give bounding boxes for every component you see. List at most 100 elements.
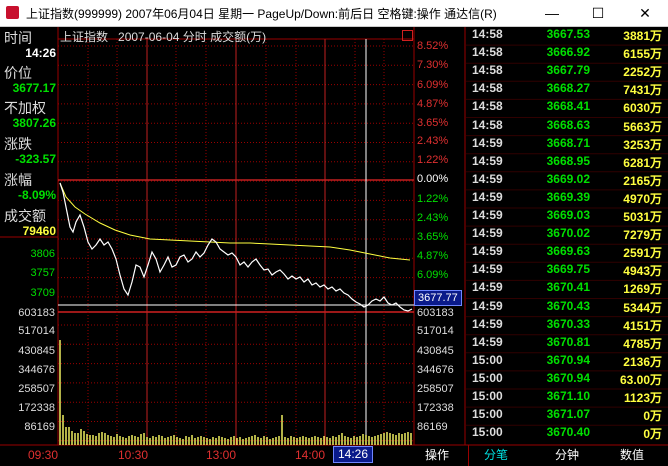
volume-tick: 517014 [417, 325, 454, 337]
volume-tick: 258507 [18, 383, 55, 395]
pct-tick-down: 2.43% [417, 212, 449, 224]
trade-time: 14:59 [472, 153, 503, 168]
trade-price: 3670.43 [546, 298, 590, 313]
volume-tick: 430845 [417, 345, 454, 357]
trade-amount: 4943万 [623, 264, 662, 279]
pct-tick-up: 7.30% [417, 59, 449, 71]
main-area: 上证指数 2007-06-04 分时 成交额(万) 时间 14:26 价位 36… [0, 27, 668, 466]
pct-tick-up: 2.43% [417, 135, 449, 147]
info-value-amount: 79460 [22, 224, 56, 238]
tab-values[interactable]: 数值 [604, 445, 660, 466]
trade-amount: 0万 [643, 427, 662, 442]
trade-amount: 1269万 [623, 282, 662, 297]
info-label-time: 时间 [4, 30, 32, 46]
trade-time: 14:59 [472, 189, 503, 204]
trade-price: 3670.94 [546, 370, 590, 385]
trade-price: 3668.71 [546, 135, 590, 150]
minimize-button[interactable]: — [529, 0, 575, 26]
pct-tick-down: 1.22% [417, 193, 449, 205]
chart-close-box[interactable] [402, 30, 413, 41]
cursor-price-tag: 3677.77 [414, 290, 462, 306]
time-tick: 09:30 [28, 448, 59, 462]
trade-time: 15:00 [472, 425, 503, 440]
pct-tick-up: 4.87% [417, 98, 449, 110]
volume-tick: 344676 [18, 364, 55, 376]
trade-price: 3668.63 [546, 117, 590, 132]
trade-price: 3670.41 [546, 280, 590, 295]
trade-amount: 5344万 [623, 300, 662, 315]
pct-tick-down: 3.65% [417, 231, 449, 243]
trade-time: 14:59 [472, 208, 503, 222]
trade-time: 15:00 [472, 370, 503, 385]
pct-tick-up: 8.52% [417, 40, 449, 52]
volume-tick: 603183 [18, 307, 55, 319]
info-label-unweighted: 不加权 [4, 100, 46, 116]
volume-tick: 603183 [417, 307, 454, 319]
trade-amount: 7279万 [623, 228, 662, 243]
trade-price: 3669.39 [546, 189, 590, 204]
trade-time: 14:58 [472, 45, 503, 60]
volume-tick: 172338 [417, 402, 454, 414]
trade-price: 3668.41 [546, 99, 590, 114]
trade-amount: 7431万 [623, 83, 662, 98]
trade-amount: 1123万 [623, 391, 662, 405]
time-tick: 14:00 [295, 448, 326, 462]
trade-amount: 4785万 [623, 336, 662, 351]
trade-amount: 2252万 [623, 65, 662, 80]
trade-price: 3671.07 [546, 407, 590, 422]
info-value-time: 14:26 [25, 46, 56, 60]
volume-tick: 172338 [18, 402, 55, 414]
trade-amount: 3253万 [623, 137, 662, 152]
chart-header: 上证指数 2007-06-04 分时 成交额(万) [60, 28, 266, 45]
price-tick: 3709 [30, 287, 55, 299]
volume-tick: 86169 [24, 421, 55, 433]
trade-time: 15:00 [472, 407, 503, 422]
trade-amount: 4970万 [623, 191, 662, 206]
info-label-amount: 成交额 [4, 208, 46, 224]
trade-price: 3670.94 [546, 352, 590, 367]
info-label-price: 价位 [4, 65, 32, 81]
trade-amount: 5031万 [623, 210, 662, 224]
tab-ticks[interactable]: 分笔 [468, 445, 523, 466]
close-button[interactable]: ✕ [622, 0, 668, 26]
price-tick: 3757 [30, 267, 55, 279]
maximize-button[interactable]: ☐ [575, 0, 621, 26]
tab-minutes[interactable]: 分钟 [540, 445, 594, 466]
trade-price: 3670.40 [546, 425, 590, 440]
trade-time: 14:59 [472, 226, 503, 241]
trade-price: 3668.27 [546, 81, 590, 96]
trade-amount: 2136万 [623, 354, 662, 369]
trade-time: 14:58 [472, 99, 503, 114]
trade-amount: 6281万 [623, 155, 662, 170]
trade-time: 15:00 [472, 389, 503, 403]
index-name: 上证指数 [60, 30, 109, 44]
pct-tick-up: 1.22% [417, 154, 449, 166]
volume-tick: 258507 [417, 383, 454, 395]
volume-tick: 430845 [18, 345, 55, 357]
trade-price: 3669.02 [546, 171, 590, 186]
trade-time: 14:58 [472, 27, 503, 41]
trade-price: 3667.79 [546, 63, 590, 78]
tab-operate[interactable]: 操作 [418, 445, 456, 466]
info-value-change-pct: -8.09% [17, 188, 56, 202]
trade-time: 14:59 [472, 135, 503, 150]
trade-price: 3667.53 [546, 27, 590, 41]
trade-price: 3670.81 [546, 334, 590, 349]
chart-date: 2007-06-04 [118, 30, 180, 44]
chart-mode: 分时 [182, 30, 207, 44]
pct-tick-down: 6.09% [417, 269, 449, 281]
trade-amount: 6030万 [623, 101, 662, 116]
info-label-change: 涨跌 [4, 136, 32, 152]
trade-amount: 0万 [643, 409, 662, 424]
pct-tick-down: 4.87% [417, 250, 449, 262]
trade-time: 14:58 [472, 81, 503, 96]
pct-tick-zero: 0.00% [417, 173, 449, 185]
trade-time: 14:59 [472, 316, 503, 331]
trade-amount: 5663万 [623, 119, 662, 134]
volume-tick: 344676 [417, 364, 454, 376]
info-value-unweighted: 3807.26 [12, 116, 56, 130]
info-value-change: -323.57 [15, 152, 56, 166]
trade-amount: 63.00万 [619, 372, 662, 387]
trade-time: 14:58 [472, 117, 503, 132]
window-title: 上证指数(999999) 2007年06月04日 星期一 PageUp/Down… [26, 7, 497, 21]
